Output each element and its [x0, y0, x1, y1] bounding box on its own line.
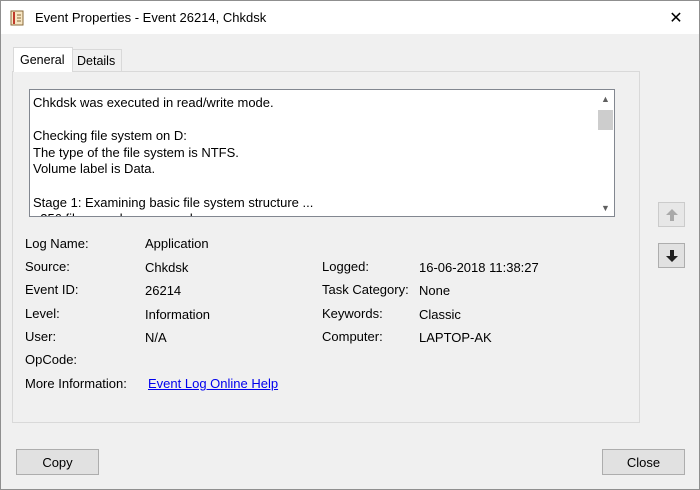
previous-event-button[interactable] [658, 202, 685, 227]
log-name-label: Log Name: [25, 236, 89, 251]
close-button[interactable]: Close [602, 449, 685, 475]
logged-label: Logged: [322, 259, 369, 274]
event-log-online-help-link[interactable]: Event Log Online Help [148, 376, 278, 391]
next-event-button[interactable] [658, 243, 685, 268]
task-category-label: Task Category: [322, 282, 409, 297]
more-information-label: More Information: [25, 376, 127, 391]
event-description-box[interactable]: Chkdsk was executed in read/write mode. … [29, 89, 615, 217]
title-bar[interactable]: Event Properties - Event 26214, Chkdsk ✕ [1, 1, 699, 34]
arrow-up-icon [665, 208, 678, 221]
tab-details[interactable]: Details [71, 49, 122, 71]
source-value: Chkdsk [145, 260, 189, 275]
user-label: User: [25, 329, 57, 344]
event-id-value: 26214 [145, 283, 182, 298]
scroll-up-icon[interactable]: ▲ [597, 90, 614, 107]
level-label: Level: [25, 306, 60, 321]
tab-general[interactable]: General [13, 47, 73, 72]
event-viewer-icon [10, 10, 24, 26]
tab-details-label: Details [77, 54, 116, 68]
general-tab-panel: Chkdsk was executed in read/write mode. … [12, 71, 640, 423]
copy-button[interactable]: Copy [16, 449, 99, 475]
computer-value: LAPTOP-AK [419, 330, 492, 345]
computer-label: Computer: [322, 329, 383, 344]
event-id-label: Event ID: [25, 282, 79, 297]
log-name-value: Application [145, 236, 209, 251]
opcode-label: OpCode: [25, 352, 78, 367]
window-title: Event Properties - Event 26214, Chkdsk [35, 10, 267, 25]
arrow-down-icon [665, 249, 678, 262]
user-value: N/A [145, 330, 167, 345]
level-value: Information [145, 307, 211, 322]
keywords-label: Keywords: [322, 306, 383, 321]
close-window-button[interactable]: ✕ [653, 1, 699, 34]
event-properties-window: Event Properties - Event 26214, Chkdsk ✕… [0, 0, 700, 490]
task-category-value: None [419, 283, 451, 298]
scroll-down-icon[interactable]: ▼ [597, 199, 614, 216]
keywords-value: Classic [419, 307, 461, 322]
event-description-text: Chkdsk was executed in read/write mode. … [33, 95, 314, 216]
description-scrollbar[interactable]: ▲ ▼ [597, 90, 614, 216]
logged-value: 16-06-2018 11:38:27 [419, 260, 539, 275]
scrollbar-thumb[interactable] [598, 110, 613, 130]
close-icon: ✕ [669, 9, 683, 27]
source-label: Source: [25, 259, 70, 274]
tab-general-label: General [20, 53, 65, 67]
